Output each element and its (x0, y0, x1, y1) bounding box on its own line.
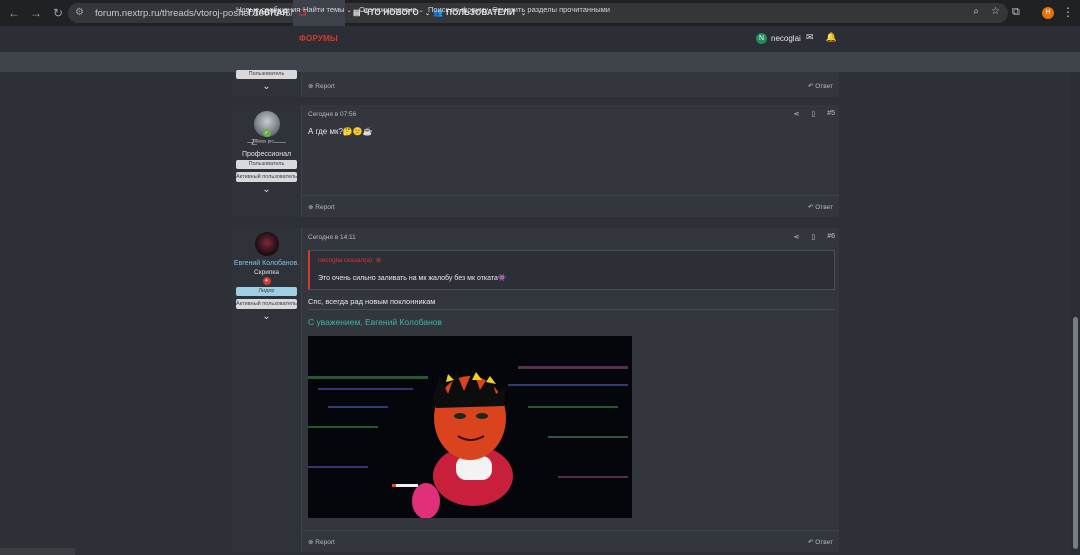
user-badge-active: Активный пользователь (236, 172, 297, 182)
post-date[interactable]: Сегодня в 07:56 (308, 111, 356, 118)
avatar[interactable] (254, 232, 279, 256)
post-footer: ⊗ Report ↶ Ответ (302, 195, 839, 217)
user-column: ✓ —̷̸̸͟͟͞͞ ˢᵗᵃᵗᵘˢ ᵖʳᵒ—— Профессионал Пол… (232, 105, 302, 217)
subnav-watched[interactable]: Отслеживаемые ⌄ (359, 0, 424, 20)
forum-sub-nav (0, 52, 1080, 72)
reply-link[interactable]: ↶ Ответ (808, 538, 833, 546)
status-bar (0, 548, 75, 555)
reply-label: Ответ (815, 204, 833, 211)
post-number[interactable]: #6 (827, 233, 835, 241)
bookmark-icon[interactable]: ▯ (811, 110, 815, 118)
profile-avatar[interactable]: H (1042, 7, 1054, 19)
bell-icon[interactable]: 🔔 (826, 32, 837, 43)
reload-icon[interactable]: ↻ (50, 5, 66, 21)
nav-forums-label: ФОРУМЫ (299, 34, 338, 43)
subnav-find-threads[interactable]: Найти темы ⌄ (303, 0, 352, 20)
subnav-search[interactable]: Поиск по форуму (428, 0, 488, 20)
post-text: А где мк?🤔😕☕ (308, 127, 373, 136)
post-previous: Пользователь ⌄ ⊗ Report ↶ Ответ (232, 70, 839, 97)
subnav-find-threads-label: Найти темы (303, 5, 345, 14)
back-icon[interactable]: ← (6, 5, 22, 21)
inbox-icon[interactable]: ✉ (806, 32, 814, 43)
post-text: Спс, всегда рад новым поклонникам (308, 297, 436, 306)
status-dot-icon: ✓ (262, 129, 271, 137)
user-title: Профессионал (241, 151, 292, 158)
user-badge-active: Активный пользователь (236, 299, 297, 309)
report-label: Report (315, 539, 335, 546)
extensions-icon[interactable]: ⧉ (1012, 6, 1020, 19)
signature-text: С уважением, Евгений Колобанов (308, 317, 443, 327)
user-badge-leader: Лидер (236, 287, 297, 296)
post-date[interactable]: Сегодня в 14:11 (308, 234, 356, 241)
user-column: Пользователь ⌄ (232, 70, 302, 97)
signature-divider (308, 309, 835, 310)
quote-author[interactable]: necoglai сказал(а): ⊕ (318, 256, 381, 264)
post-number[interactable]: #5 (827, 110, 835, 118)
subnav-new-posts[interactable]: Новые сообщения (236, 0, 300, 20)
user-menu[interactable]: N necoglai (756, 33, 801, 44)
user-badge: Пользователь (236, 160, 297, 169)
chevron-down-icon[interactable]: ⌄ (232, 81, 301, 92)
post-5: ✓ —̷̸̸͟͟͞͞ ˢᵗᵃᵗᵘˢ ᵖʳᵒ—— Профессионал Пол… (232, 105, 839, 217)
username: necoglai (771, 34, 801, 43)
bookmark-star-icon[interactable]: ☆ (991, 6, 1000, 17)
role-icon: ✦ (262, 277, 271, 285)
report-link[interactable]: ⊗ Report (308, 203, 335, 211)
avatar[interactable]: ✓ (253, 111, 280, 137)
user-badge: Пользователь (236, 70, 297, 79)
subnav-watched-label: Отслеживаемые (359, 5, 417, 14)
chevron-down-icon[interactable]: ⌄ (232, 311, 301, 322)
reply-label: Ответ (815, 83, 833, 90)
report-link[interactable]: ⊗ Report (308, 538, 335, 546)
report-label: Report (315, 83, 335, 90)
scrollbar-thumb[interactable] (1073, 317, 1078, 549)
post-body: Сегодня в 14:11 ⋖ ▯ #6 necoglai сказал(а… (302, 228, 839, 552)
user-title: Скрипка (254, 269, 279, 276)
post-footer: ⊗ Report ↶ Ответ (302, 530, 839, 552)
post-6: Евгений Колобанов. Скрипка ✦ Лидер Актив… (232, 228, 839, 552)
reply-link[interactable]: ↶ Ответ (808, 82, 833, 90)
bookmark-icon[interactable]: ▯ (811, 233, 815, 241)
report-label: Report (315, 204, 335, 211)
share-icon[interactable]: ⋖ (793, 110, 799, 118)
post-username[interactable]: Евгений Колобанов. (232, 259, 301, 268)
reply-link[interactable]: ↶ Ответ (808, 203, 833, 211)
post-username[interactable]: —̷̸̸͟͟͞͞ ˢᵗᵃᵗᵘˢ ᵖʳᵒ—— (232, 139, 301, 148)
forum-top-nav (0, 26, 1080, 52)
share-icon[interactable]: ⋖ (793, 233, 799, 241)
post-footer: ⊗ Report ↶ Ответ (302, 72, 839, 97)
quote-block: necoglai сказал(а): ⊕ Это очень сильно з… (308, 250, 835, 290)
site-info-icon[interactable]: ⚙ (75, 6, 89, 20)
user-column: Евгений Колобанов. Скрипка ✦ Лидер Актив… (232, 228, 302, 552)
menu-kebab-icon[interactable]: ⋮ (1062, 5, 1074, 19)
signature-gif (308, 336, 632, 518)
reply-label: Ответ (815, 539, 833, 546)
quote-text: Это очень сильно заливать на мк жалобу б… (318, 275, 507, 282)
subnav-mark-read[interactable]: Отметить разделы прочитанными (492, 0, 610, 20)
page-scrollbar[interactable] (1071, 72, 1080, 555)
zoom-icon[interactable]: ⌕ (973, 6, 979, 17)
user-avatar: N (756, 33, 767, 44)
forward-icon[interactable]: → (28, 5, 44, 21)
chevron-down-icon[interactable]: ⌄ (232, 184, 301, 195)
chevron-down-icon: ⌄ (418, 8, 424, 14)
report-link[interactable]: ⊗ Report (308, 82, 335, 90)
chevron-down-icon: ⌄ (346, 8, 352, 14)
